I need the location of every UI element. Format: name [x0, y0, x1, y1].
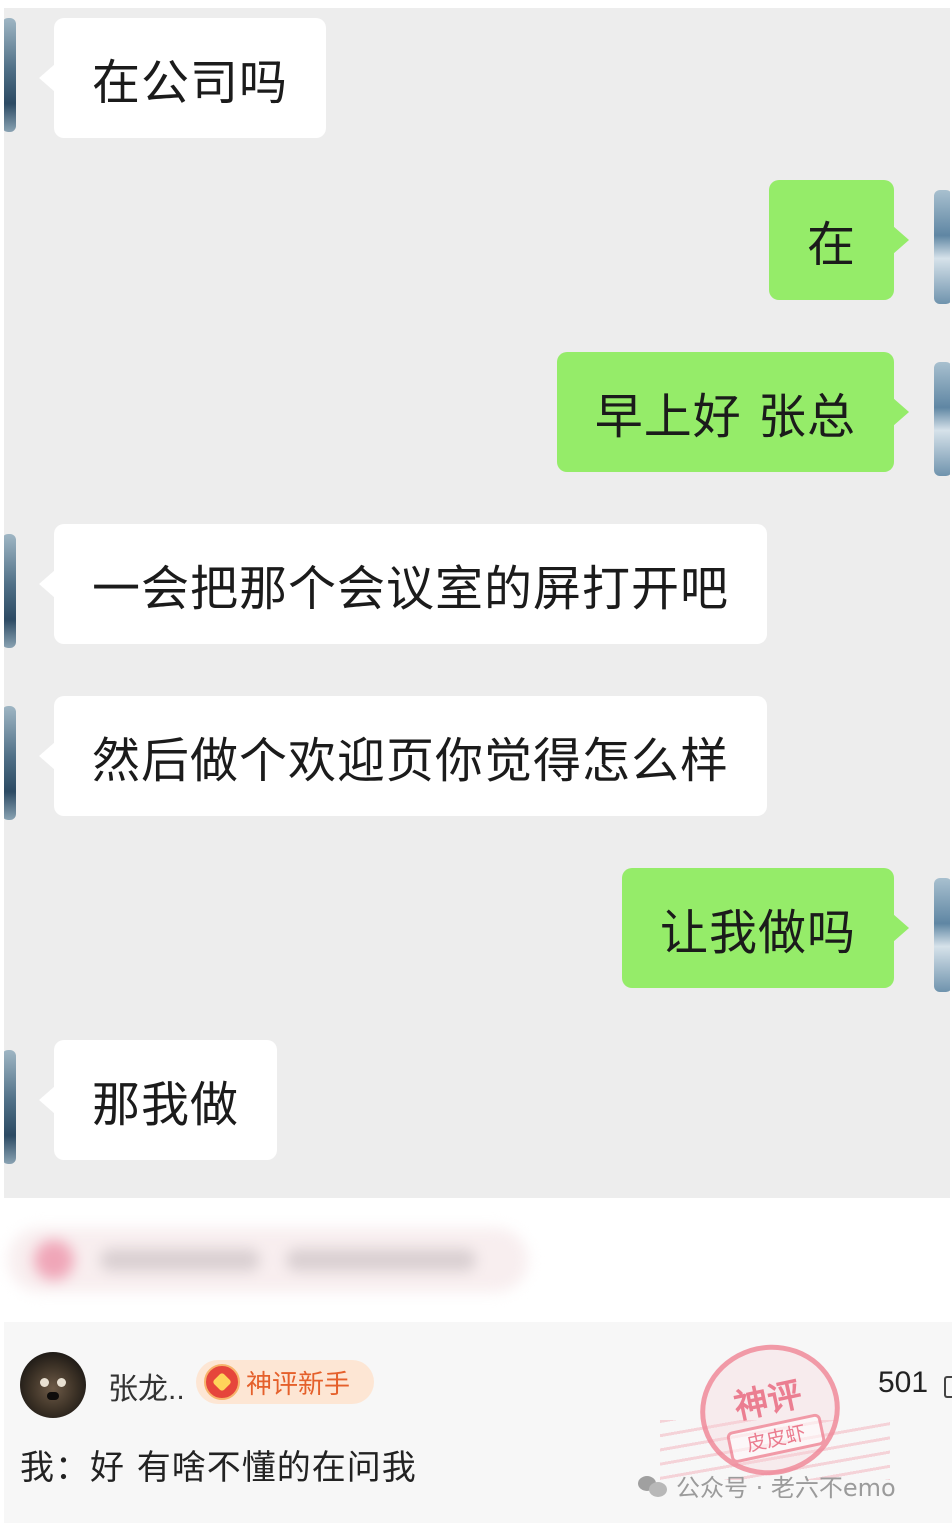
watermark-text: 公众号 · 老六不emo: [676, 1474, 896, 1502]
blurred-text: [286, 1249, 476, 1271]
message-bubble-incoming[interactable]: 然后做个欢迎页你觉得怎么样: [38, 696, 768, 816]
shield-badge-icon: [204, 1364, 240, 1400]
message-bubble-outgoing[interactable]: 在: [768, 180, 910, 300]
wechat-icon: [638, 1474, 668, 1498]
user-avatar[interactable]: [20, 1352, 86, 1418]
self-avatar-edge: [934, 362, 950, 476]
self-avatar-edge: [934, 878, 950, 992]
contact-avatar-edge: [4, 1050, 16, 1164]
contact-avatar-edge: [4, 706, 16, 820]
message-bubble-outgoing[interactable]: 让我做吗: [621, 868, 910, 988]
comment-text: 我：好 有啥不懂的在问我: [20, 1448, 417, 1488]
comment-username[interactable]: 张龙..: [108, 1364, 185, 1408]
like-count: 501: [878, 1366, 929, 1399]
blurred-source-strip: [8, 1228, 528, 1292]
badge-label: 神评新手: [246, 1369, 351, 1400]
thumbs-up-icon[interactable]: [944, 1376, 952, 1398]
message-bubble-outgoing[interactable]: 早上好 张总: [556, 352, 910, 472]
blurred-icon: [34, 1240, 74, 1280]
watermark: 公众号 · 老六不emo: [638, 1468, 896, 1503]
message-bubble-incoming[interactable]: 那我做: [38, 1040, 278, 1160]
user-badge[interactable]: 神评新手: [196, 1360, 374, 1404]
chat-screenshot: 在公司吗 在 早上好 张总 一会把那个会议室的屏打开吧 然后做个欢迎页你觉得怎么…: [4, 8, 950, 1198]
message-bubble-incoming[interactable]: 在公司吗: [38, 18, 327, 138]
self-avatar-edge: [934, 190, 950, 304]
blurred-text: [100, 1249, 260, 1271]
contact-avatar-edge: [4, 534, 16, 648]
message-bubble-incoming[interactable]: 一会把那个会议室的屏打开吧: [38, 524, 768, 644]
contact-avatar-edge: [4, 18, 16, 132]
